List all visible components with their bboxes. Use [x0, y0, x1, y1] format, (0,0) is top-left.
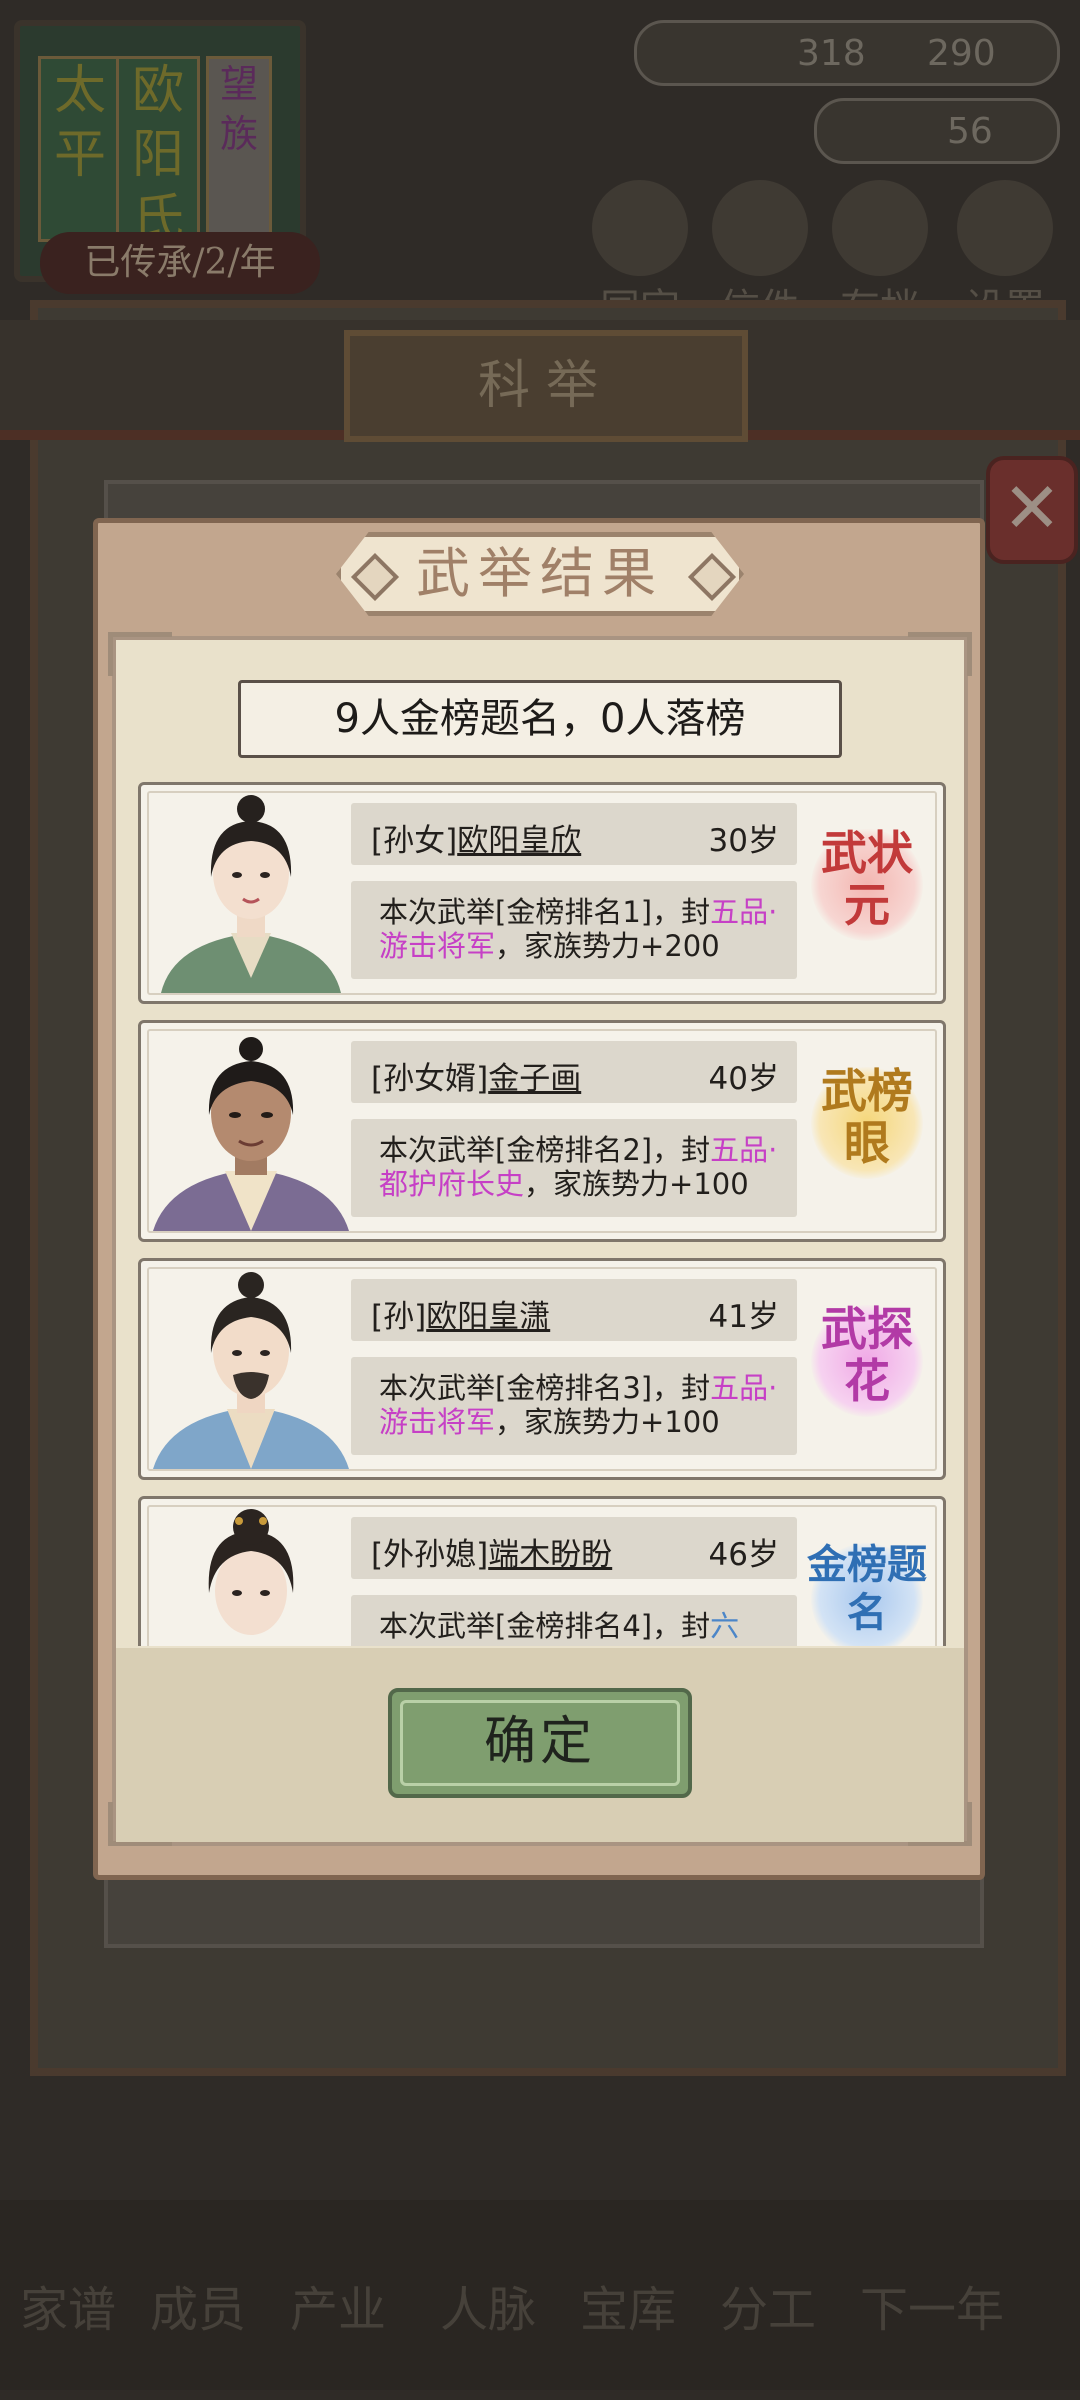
candidate-age: 40岁: [708, 1061, 779, 1097]
currency-b-value: 290: [927, 33, 996, 74]
family-region: 太平: [38, 56, 122, 242]
title-stamp: 武榜眼: [805, 1061, 929, 1191]
nav-members[interactable]: 成员: [150, 2270, 246, 2340]
close-button[interactable]: ✕: [986, 456, 1078, 564]
portrait-avatar: [161, 795, 341, 993]
stamp-text: 武榜眼: [821, 1064, 913, 1170]
candidate-card[interactable]: [孙女婿]金子画 40岁 本次武举[金榜排名2]，封五品·都护府长史，家族势力+…: [138, 1020, 946, 1242]
nav-property[interactable]: 产业: [290, 2270, 386, 2340]
confirm-button[interactable]: 确定: [388, 1688, 692, 1798]
relation-label: [外孙媳]: [371, 1537, 489, 1573]
nav-assignment[interactable]: 分工: [720, 2270, 816, 2340]
title-stamp: 金榜题名: [805, 1537, 929, 1646]
close-icon: ✕: [1002, 467, 1062, 549]
exam-result-desc: 本次武举[金榜排名1]，封五品·游击将军，家族势力+200: [351, 881, 797, 979]
candidate-card[interactable]: [外孙媳]端木盼盼 46岁 本次武举[金榜排名4]，封六 金榜题名: [138, 1496, 946, 1646]
exam-result-desc: 本次武举[金榜排名3]，封五品·游击将军，家族势力+100: [351, 1357, 797, 1455]
portrait-avatar: [208, 1509, 294, 1635]
relation-label: [孙]: [371, 1299, 427, 1335]
portrait-avatar: [153, 1272, 349, 1469]
clan-icon: [592, 180, 688, 276]
corner-ornament: [908, 632, 972, 676]
nav-genealogy[interactable]: 家谱: [20, 2270, 116, 2340]
candidate-card[interactable]: [孙女]欧阳皇欣 30岁 本次武举[金榜排名1]，封五品·游击将军，家族势力+2…: [138, 782, 946, 1004]
stamp-text: 金榜题名: [807, 1541, 927, 1636]
candidate-list[interactable]: [孙女]欧阳皇欣 30岁 本次武举[金榜排名1]，封五品·游击将军，家族势力+2…: [130, 782, 950, 1646]
candidate-name-link[interactable]: 端木盼盼: [488, 1537, 612, 1573]
relation-label: [孙女婿]: [371, 1061, 489, 1097]
family-surname: 欧阳氏: [116, 56, 200, 249]
nav-connections[interactable]: 人脉: [440, 2270, 536, 2340]
settings-icon: [957, 180, 1053, 276]
portrait-avatar: [153, 1037, 349, 1231]
name-row: [孙]欧阳皇潇 41岁: [351, 1279, 797, 1341]
mail-icon: [712, 180, 808, 276]
result-summary: 9人金榜题名，0人落榜: [238, 680, 842, 758]
candidate-name-link[interactable]: 金子画: [488, 1061, 581, 1097]
candidate-age: 30岁: [708, 823, 779, 859]
corner-ornament: [108, 632, 172, 676]
gold-bar[interactable]: 56: [814, 98, 1060, 164]
currency-a-value: 318: [797, 33, 866, 74]
title-stamp: 武状元: [805, 823, 929, 953]
official-rank: 六: [710, 1609, 740, 1643]
inherit-years-plaque: 已传承/2/年: [40, 232, 320, 294]
candidate-age: 46岁: [708, 1537, 779, 1573]
exam-result-desc: 本次武举[金榜排名4]，封六: [351, 1595, 797, 1646]
relation-label: [孙女]: [371, 823, 458, 859]
save-icon: [832, 180, 928, 276]
exam-title: 科举: [344, 330, 748, 442]
candidate-name-link[interactable]: 欧阳皇欣: [457, 823, 581, 859]
title-stamp: 武探花: [805, 1299, 929, 1429]
name-row: [孙女]欧阳皇欣 30岁: [351, 803, 797, 865]
candidate-name-link[interactable]: 欧阳皇潇: [426, 1299, 550, 1335]
nav-next-year[interactable]: 下一年: [860, 2270, 1004, 2340]
candidate-card[interactable]: [孙]欧阳皇潇 41岁 本次武举[金榜排名3]，封五品·游击将军，家族势力+10…: [138, 1258, 946, 1480]
currency-bar: 318 290: [634, 20, 1060, 86]
gold-value: 56: [947, 111, 993, 152]
family-rank: 望族: [206, 56, 272, 242]
candidate-age: 41岁: [708, 1299, 779, 1335]
name-row: [孙女婿]金子画 40岁: [351, 1041, 797, 1103]
nav-treasury[interactable]: 宝库: [580, 2270, 676, 2340]
stamp-text: 武探花: [821, 1302, 913, 1408]
exam-result-desc: 本次武举[金榜排名2]，封五品·都护府长史，家族势力+100: [351, 1119, 797, 1217]
dialog-title: 武举结果: [416, 542, 664, 605]
stamp-text: 武状元: [821, 826, 913, 932]
name-row: [外孙媳]端木盼盼 46岁: [351, 1517, 797, 1579]
